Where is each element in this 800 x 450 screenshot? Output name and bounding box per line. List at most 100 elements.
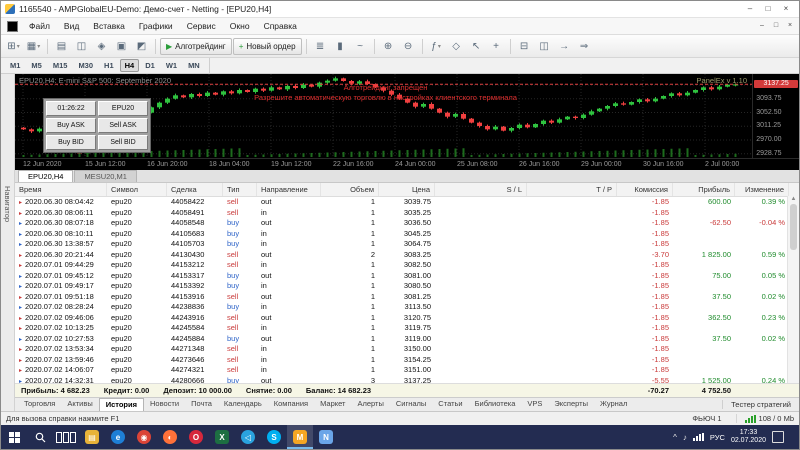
taskbar-notepad[interactable]: N: [313, 425, 339, 449]
history-col-header-10[interactable]: Прибыль: [673, 183, 735, 196]
history-row[interactable]: ▸2020.07.01 09:51:18epu2044153916sellout…: [15, 292, 799, 303]
line-chart-button[interactable]: ~: [351, 37, 370, 56]
timeframe-m15[interactable]: M15: [48, 59, 73, 72]
taskbar-skype[interactable]: S: [261, 425, 287, 449]
indicators-button[interactable]: ƒ▾: [427, 37, 446, 56]
history-col-header-2[interactable]: Сделка: [167, 183, 223, 196]
minimize-button[interactable]: –: [741, 2, 759, 16]
timeframe-h4[interactable]: H4: [120, 59, 140, 72]
history-col-header-4[interactable]: Направление: [257, 183, 321, 196]
panel-symbol-button[interactable]: EPU20: [98, 101, 148, 116]
history-col-header-8[interactable]: T / P: [527, 183, 617, 196]
toolbox-tab-2[interactable]: История: [99, 398, 144, 411]
task-view-button[interactable]: [53, 425, 79, 449]
notification-center-icon[interactable]: [772, 431, 784, 443]
history-row[interactable]: ▸2020.06.30 08:10:11epu2044105683buyin13…: [15, 229, 799, 240]
taskbar-metatrader[interactable]: M: [287, 425, 313, 449]
toolbox-tab-7[interactable]: Маркет: [314, 398, 351, 411]
toolbox-tab-3[interactable]: Новости: [144, 398, 185, 411]
history-row[interactable]: ▸2020.07.02 14:32:31epu2044280666buyout3…: [15, 376, 799, 384]
scroll-up-icon[interactable]: ▲: [791, 196, 797, 202]
history-row[interactable]: ▸2020.07.02 08:28:24epu2044238836buyin13…: [15, 302, 799, 313]
toolbox-tab-11[interactable]: Библиотека: [469, 398, 522, 411]
taskbar-opera-browser[interactable]: O: [183, 425, 209, 449]
taskbar-chrome-browser[interactable]: ◉: [131, 425, 157, 449]
maximize-button[interactable]: □: [759, 2, 777, 16]
zoom-in-button[interactable]: ⊕: [379, 37, 398, 56]
menu-item-3[interactable]: Графики: [132, 19, 180, 34]
history-row[interactable]: ▸2020.06.30 08:07:18epu2044058548buyout1…: [15, 218, 799, 229]
timeframe-m5[interactable]: M5: [26, 59, 46, 72]
table-scrollbar[interactable]: ▲: [787, 196, 799, 383]
algo-trading-button[interactable]: ▶ Алготрейдинг: [160, 38, 232, 55]
mdi-minimize-button[interactable]: –: [755, 19, 769, 33]
chart-tab-0[interactable]: EPU20,H4: [18, 170, 73, 182]
toolbox-tab-0[interactable]: Торговля: [18, 398, 61, 411]
start-button[interactable]: [1, 425, 27, 449]
toolbox-tab-14[interactable]: Журнал: [594, 398, 633, 411]
taskbar-telegram[interactable]: ◁: [235, 425, 261, 449]
toolbox-tab-6[interactable]: Компания: [268, 398, 314, 411]
mdi-restore-button[interactable]: □: [769, 19, 783, 33]
timeframe-d1[interactable]: D1: [140, 59, 160, 72]
navigator-button[interactable]: ◈: [92, 37, 111, 56]
history-row[interactable]: ▸2020.07.01 09:44:29epu2044153212sellin1…: [15, 260, 799, 271]
history-header-row[interactable]: ВремяСимволСделкаТипНаправлениеОбъемЦена…: [15, 183, 799, 197]
price-axis[interactable]: 3135.003093.753052.503011.252970.002928.…: [752, 74, 799, 158]
zoom-out-button[interactable]: ⊖: [399, 37, 418, 56]
cursor-button[interactable]: ↖: [467, 37, 486, 56]
toolbox-tab-1[interactable]: Активы: [61, 398, 98, 411]
history-row[interactable]: ▸2020.07.01 09:49:17epu2044153392buyin13…: [15, 281, 799, 292]
time-axis[interactable]: 12 Jun 202015 Jun 12:0016 Jun 20:0018 Ju…: [15, 158, 799, 170]
history-row[interactable]: ▸2020.07.01 09:45:12epu2044153317buyout1…: [15, 271, 799, 282]
timeframe-w1[interactable]: W1: [161, 59, 182, 72]
connection-status[interactable]: 108 / 0 Mb: [736, 414, 794, 423]
history-row[interactable]: ▸2020.07.02 13:53:34epu2044271348sellin1…: [15, 344, 799, 355]
profiles-button[interactable]: ▦▾: [24, 37, 43, 56]
sell-bid-button[interactable]: Sell BID: [98, 135, 148, 150]
history-col-header-3[interactable]: Тип: [223, 183, 257, 196]
cascade-windows-button[interactable]: ◫: [535, 37, 554, 56]
toolbox-tab-12[interactable]: VPS: [521, 398, 548, 411]
menu-item-5[interactable]: Окно: [223, 19, 257, 34]
history-row[interactable]: ▸2020.06.30 08:04:42epu2044058422sellout…: [15, 197, 799, 208]
toolbox-tab-8[interactable]: Алерты: [351, 398, 389, 411]
history-row[interactable]: ▸2020.07.02 14:06:07epu2044274321sellin1…: [15, 365, 799, 376]
data-window-button[interactable]: ◫: [72, 37, 91, 56]
history-col-header-1[interactable]: Символ: [107, 183, 167, 196]
history-col-header-11[interactable]: Изменение: [735, 183, 789, 196]
status-profile[interactable]: ФЬЮЧ 1: [678, 414, 735, 423]
toolbox-tab-10[interactable]: Статьи: [432, 398, 468, 411]
candles-chart-button[interactable]: ▮: [331, 37, 350, 56]
history-row[interactable]: ▸2020.06.30 08:06:11epu2044058491sellin1…: [15, 208, 799, 219]
market-watch-button[interactable]: ▤: [52, 37, 71, 56]
buy-ask-button[interactable]: Buy ASK: [46, 118, 96, 133]
close-button[interactable]: ×: [777, 2, 795, 16]
history-col-header-5[interactable]: Объем: [321, 183, 379, 196]
history-row[interactable]: ▸2020.07.02 09:46:06epu2044243916sellout…: [15, 313, 799, 324]
tray-network-icon[interactable]: [693, 433, 704, 441]
timeframe-mn[interactable]: MN: [183, 59, 205, 72]
chart-area[interactable]: EPU20,H4: E-mini S&P 500: September 2020…: [15, 74, 799, 170]
menu-item-2[interactable]: Вставка: [86, 19, 132, 34]
toolbox-tab-9[interactable]: Сигналы: [390, 398, 432, 411]
toolbox-tab-5[interactable]: Календарь: [218, 398, 268, 411]
history-col-header-7[interactable]: S / L: [435, 183, 527, 196]
language-indicator[interactable]: РУС: [710, 433, 725, 442]
buy-bid-button[interactable]: Buy BID: [46, 135, 96, 150]
toolbox-tab-4[interactable]: Почта: [185, 398, 218, 411]
taskbar-excel[interactable]: X: [209, 425, 235, 449]
menu-item-6[interactable]: Справка: [257, 19, 304, 34]
taskbar-clock[interactable]: 17:33 02.07.2020: [731, 429, 766, 446]
sell-ask-button[interactable]: Sell ASK: [98, 118, 148, 133]
timeframe-m30[interactable]: M30: [73, 59, 98, 72]
toolbox-tab-13[interactable]: Эксперты: [548, 398, 594, 411]
history-row[interactable]: ▸2020.07.02 10:27:53epu2044245884buyout1…: [15, 334, 799, 345]
menu-item-1[interactable]: Вид: [57, 19, 86, 34]
chart-tab-1[interactable]: MESU20,M1: [74, 170, 137, 182]
timeframe-h1[interactable]: H1: [99, 59, 119, 72]
tray-chevron-icon[interactable]: ^: [673, 433, 677, 442]
strategy-tester-button[interactable]: ◩: [132, 37, 151, 56]
mdi-close-button[interactable]: ×: [783, 19, 797, 33]
history-row[interactable]: ▸2020.06.30 13:38:57epu2044105703buyin13…: [15, 239, 799, 250]
